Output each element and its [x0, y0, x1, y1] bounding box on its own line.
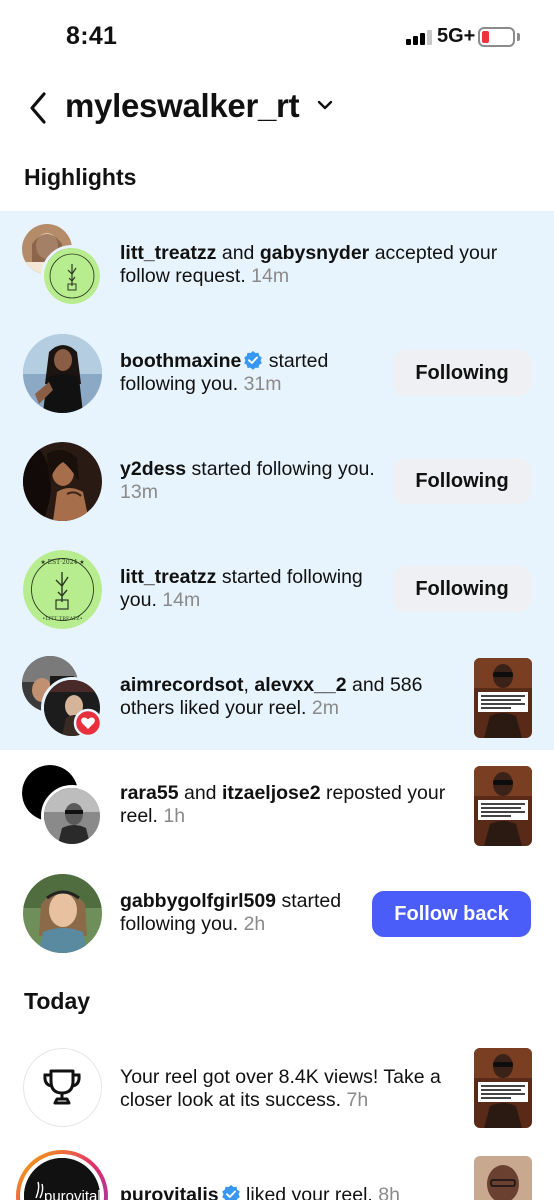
svg-text:•LITT TREATZ•: •LITT TREATZ• — [42, 616, 82, 622]
battery-icon — [478, 27, 515, 47]
section-title-today: Today — [24, 988, 91, 1014]
network-label: 5G+ — [437, 25, 476, 47]
notification-row[interactable]: litt_treatzz and gabysnyder accepted you… — [0, 212, 554, 320]
notification-text: purovitalis liked your reel. 8h — [120, 1184, 460, 1200]
notification-text: Your reel got over 8.4K views! Take a cl… — [120, 1066, 441, 1111]
reel-thumbnail[interactable] — [474, 766, 532, 846]
reel-thumbnail[interactable] — [474, 658, 532, 738]
reel-thumbnail[interactable] — [474, 1156, 532, 1200]
battery-cap — [517, 33, 520, 41]
avatar-boothmaxine — [23, 334, 102, 413]
avatar-y2dess — [23, 442, 102, 521]
page-title[interactable]: myleswalker_rt — [65, 87, 300, 125]
avatar-litt-treatzz: ★ EST·2024 ★ •LITT TREATZ• — [23, 550, 102, 629]
chevron-left-icon — [30, 92, 46, 124]
avatar-litt-treatzz — [41, 245, 103, 307]
heart-badge-icon — [73, 708, 103, 738]
notification-text: boothmaxine started following you. 31m — [120, 350, 329, 395]
status-time: 8:41 — [66, 22, 118, 50]
back-button[interactable] — [24, 88, 54, 128]
notification-row[interactable]: gabbygolfgirl509 started following you. … — [0, 860, 554, 968]
chevron-down-icon[interactable] — [316, 98, 334, 112]
signal-icon — [406, 30, 432, 45]
notification-text: aimrecordsot, alevxx__2 and 586 others l… — [120, 674, 423, 719]
notification-row[interactable]: rara55 and itzaeljose2 reposted your ree… — [0, 752, 554, 860]
trophy-icon — [43, 1069, 81, 1105]
following-button[interactable]: Following — [393, 566, 531, 612]
notification-row[interactable]: ★ EST·2024 ★ •LITT TREATZ• litt_treatzz … — [0, 536, 554, 644]
verified-badge-icon — [221, 1185, 240, 1200]
notification-row[interactable]: aimrecordsot, alevxx__2 and 586 others l… — [0, 644, 554, 752]
notification-text: litt_treatzz and gabysnyder accepted you… — [120, 242, 498, 287]
notification-row[interactable]: y2dess started following you. 13m Follow… — [0, 428, 554, 536]
notification-text: rara55 and itzaeljose2 reposted your ree… — [120, 782, 446, 827]
section-title-highlights: Highlights — [24, 164, 137, 190]
notification-row[interactable]: purovitalis purovitalis liked your reel.… — [0, 1142, 554, 1200]
header: myleswalker_rt — [0, 80, 554, 136]
notification-text: gabbygolfgirl509 started following you. … — [120, 890, 342, 935]
puro-logo-text: purovitalis — [44, 1188, 100, 1200]
avatar-gabbygolfgirl509 — [23, 874, 102, 953]
following-button[interactable]: Following — [393, 350, 531, 396]
reel-thumbnail[interactable] — [474, 1048, 532, 1128]
avatar-itzaeljose2 — [41, 785, 103, 847]
following-button[interactable]: Following — [393, 458, 531, 504]
status-bar: 8:41 5G+ — [0, 0, 554, 72]
notification-text: y2dess started following you. 13m — [120, 458, 375, 503]
notification-row[interactable]: boothmaxine started following you. 31m F… — [0, 320, 554, 428]
notification-text: litt_treatzz started following you. 14m — [120, 566, 363, 611]
verified-badge-icon — [244, 351, 263, 370]
notification-row[interactable]: Your reel got over 8.4K views! Take a cl… — [0, 1034, 554, 1142]
logo-ring-text: ★ EST·2024 ★ — [40, 559, 84, 566]
follow-back-button[interactable]: Follow back — [372, 891, 531, 937]
trophy-avatar — [23, 1048, 102, 1127]
